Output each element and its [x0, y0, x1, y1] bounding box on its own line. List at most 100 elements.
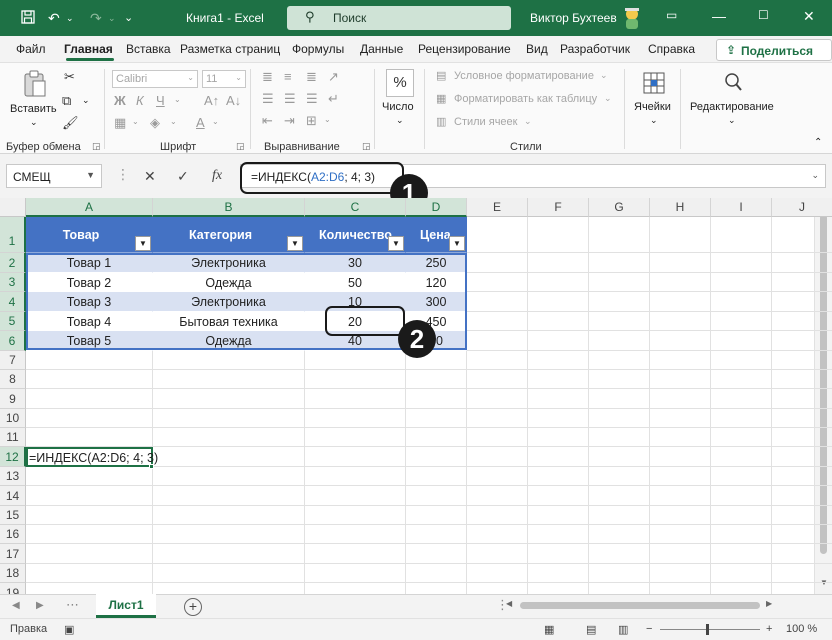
cancel-icon[interactable]: ✕: [144, 168, 156, 185]
grid-cell[interactable]: [153, 351, 305, 370]
grid-cell[interactable]: [650, 312, 711, 331]
grid-cell[interactable]: [467, 312, 528, 331]
grid-cell[interactable]: [589, 389, 650, 409]
grid-cell[interactable]: [153, 486, 305, 506]
grid-cell[interactable]: [528, 447, 589, 467]
undo-dropdown-icon[interactable]: ⌄: [66, 9, 74, 27]
grid-cell[interactable]: [467, 389, 528, 409]
grid-cell[interactable]: [711, 525, 772, 544]
grid-cell[interactable]: [406, 389, 467, 409]
grid-cell[interactable]: [772, 312, 832, 331]
grid-cell[interactable]: [589, 253, 650, 273]
align-bottom-icon[interactable]: ≣: [306, 69, 317, 85]
user-name[interactable]: Виктор Бухтеев: [530, 11, 617, 25]
grid-cell[interactable]: [772, 331, 832, 351]
grid-cell[interactable]: [772, 351, 832, 370]
horizontal-scrollbar[interactable]: ◀ ▶: [506, 599, 772, 610]
grid-cell[interactable]: [711, 292, 772, 312]
tab-formulas[interactable]: Формулы: [292, 42, 344, 56]
grid-cell[interactable]: [711, 428, 772, 447]
grid-cell[interactable]: [589, 447, 650, 467]
next-sheet-icon[interactable]: ▶: [36, 600, 44, 611]
row-header-6[interactable]: 6: [0, 331, 26, 351]
underline-dropdown-icon[interactable]: ⌄: [174, 95, 181, 104]
grid-cell[interactable]: [305, 506, 406, 525]
grid-cell[interactable]: [589, 525, 650, 544]
align-middle-icon[interactable]: ≡: [284, 69, 292, 84]
merge-dropdown-icon[interactable]: ⌄: [324, 115, 331, 124]
grid-cell[interactable]: [772, 273, 832, 292]
grid-cell[interactable]: [26, 351, 153, 370]
customize-toolbar-icon[interactable]: ⌄: [124, 9, 133, 27]
grid-cell[interactable]: [153, 428, 305, 447]
number-dropdown-icon[interactable]: ⌄: [396, 115, 404, 126]
grid-cell[interactable]: [650, 564, 711, 583]
grid-cell[interactable]: [528, 583, 589, 594]
grid-cell[interactable]: [467, 370, 528, 389]
tab-data[interactable]: Данные: [360, 42, 403, 56]
grid-cell[interactable]: [772, 486, 832, 506]
grid-cell[interactable]: [650, 389, 711, 409]
grid-cell[interactable]: [589, 351, 650, 370]
font-launcher-icon[interactable]: ◲: [236, 141, 245, 152]
tab-help[interactable]: Справка: [648, 42, 695, 56]
grid-cell[interactable]: [26, 428, 153, 447]
row-header-1[interactable]: 1: [0, 217, 26, 253]
alignment-launcher-icon[interactable]: ◲: [362, 141, 371, 152]
decrease-indent-icon[interactable]: ⇤: [262, 113, 273, 129]
grid-cell[interactable]: [467, 292, 528, 312]
grid-cell[interactable]: [772, 389, 832, 409]
editing-dropdown-icon[interactable]: ⌄: [728, 115, 736, 126]
number-format-button[interactable]: %: [386, 69, 414, 97]
grid-cell[interactable]: [772, 292, 832, 312]
grid-cell[interactable]: [711, 409, 772, 428]
grid-cell[interactable]: [528, 428, 589, 447]
grid-cell[interactable]: [305, 389, 406, 409]
row-header-15[interactable]: 15: [0, 506, 26, 525]
table-header-cell[interactable]: Категория ▼: [153, 217, 305, 253]
sheet-tab-active[interactable]: Лист1: [96, 594, 156, 618]
grid-cell[interactable]: [772, 564, 832, 583]
zoom-slider-thumb[interactable]: [706, 624, 709, 635]
grid-cell[interactable]: [467, 273, 528, 292]
grid-cell[interactable]: [153, 389, 305, 409]
column-header-b[interactable]: B: [153, 198, 305, 217]
grid-cell[interactable]: [467, 217, 528, 253]
grid-cell[interactable]: [467, 564, 528, 583]
cells-icon[interactable]: [642, 71, 666, 98]
grid-cell[interactable]: [153, 525, 305, 544]
row-header-3[interactable]: 3: [0, 273, 26, 292]
table-header-cell[interactable]: Количество ▼: [305, 217, 406, 253]
fill-dropdown-icon[interactable]: ⌄: [170, 117, 177, 126]
conditional-format-button[interactable]: Условное форматирование: [454, 70, 594, 82]
grid-cell[interactable]: [528, 467, 589, 486]
accessibility-icon[interactable]: ▣: [64, 623, 74, 636]
grid-cell[interactable]: [26, 389, 153, 409]
grid-cell[interactable]: [528, 389, 589, 409]
grid-cell[interactable]: [650, 273, 711, 292]
grid-cell[interactable]: [711, 544, 772, 564]
grid-cell[interactable]: [711, 467, 772, 486]
grid-cell[interactable]: [467, 447, 528, 467]
grid-cell[interactable]: [528, 564, 589, 583]
underline-icon[interactable]: Ч: [156, 93, 165, 108]
grid-cell[interactable]: [528, 506, 589, 525]
grid-cell[interactable]: [153, 564, 305, 583]
grid-cell[interactable]: [26, 409, 153, 428]
grid-cell[interactable]: [772, 428, 832, 447]
minimize-icon[interactable]: —: [712, 8, 726, 24]
grid-cell[interactable]: [711, 506, 772, 525]
grid-cell[interactable]: [467, 467, 528, 486]
add-sheet-button[interactable]: +: [184, 598, 202, 616]
grid-cell[interactable]: [305, 564, 406, 583]
align-right-icon[interactable]: ☰: [306, 91, 318, 107]
grid-cell[interactable]: [467, 544, 528, 564]
row-header-5[interactable]: 5: [0, 312, 26, 331]
grid-cell[interactable]: [650, 467, 711, 486]
grid-cell[interactable]: [650, 447, 711, 467]
row-header-19[interactable]: 19: [0, 583, 26, 594]
name-box[interactable]: СМЕЩ ▼: [6, 164, 102, 188]
merge-icon[interactable]: ⊞: [306, 113, 317, 129]
font-color-dropdown-icon[interactable]: ⌄: [212, 117, 219, 126]
tab-home[interactable]: Главная: [64, 42, 113, 56]
